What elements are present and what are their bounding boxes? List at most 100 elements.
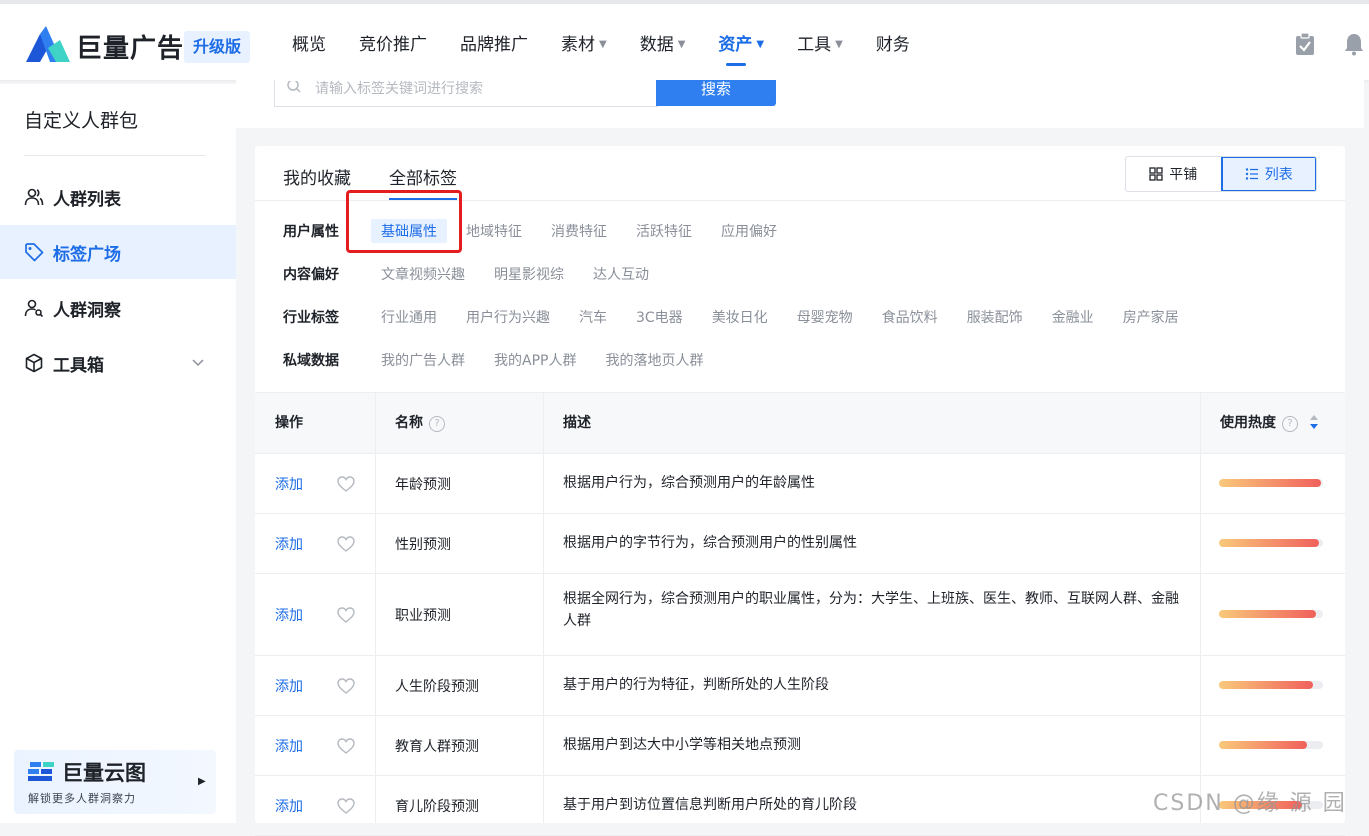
caret-right-icon[interactable]: ▶	[198, 776, 206, 787]
heart-icon[interactable]	[337, 738, 355, 754]
col-heat[interactable]: 使用热度?	[1220, 393, 1319, 453]
table-row: 添加 性别预测 根据用户的字节行为，综合预测用户的性别属性	[255, 513, 1345, 574]
filter-category-label: 内容偏好	[283, 267, 339, 283]
nav-item-3[interactable]: 素材 ▼	[561, 4, 607, 80]
sidebar-item-label: 人群列表	[53, 189, 121, 210]
search-input[interactable]: 请输入标签关键词进行搜索	[274, 80, 658, 107]
filter-option[interactable]: 房产家居	[1123, 307, 1179, 327]
tag-icon	[25, 243, 44, 262]
column-divider	[1200, 392, 1201, 823]
filter-option[interactable]: 我的落地页人群	[605, 350, 703, 370]
nav-item-2[interactable]: 品牌推广	[460, 4, 528, 80]
filter-option[interactable]: 食品饮料	[882, 307, 938, 327]
heat-bar-fill	[1219, 610, 1316, 618]
filter-option[interactable]: 汽车	[579, 307, 607, 327]
main-nav: 概览 竞价推广 品牌推广 素材 ▼ 数据 ▼ 资产 ▼ 工具 ▼ 财务	[292, 4, 943, 80]
nav-item-0[interactable]: 概览	[292, 4, 326, 80]
sidebar-item-crowd-insight[interactable]: 人群洞察	[0, 281, 236, 335]
nav-item-label: 财务	[875, 35, 910, 55]
tag-name: 育儿阶段预测	[395, 799, 479, 815]
add-link[interactable]: 添加	[275, 736, 303, 756]
juliang-logo-icon[interactable]	[26, 26, 70, 62]
sort-icon[interactable]	[1309, 414, 1319, 430]
heat-bar	[1219, 479, 1323, 487]
add-link[interactable]: 添加	[275, 474, 303, 494]
help-icon[interactable]: ?	[1282, 416, 1298, 432]
filter-option[interactable]: 消费特征	[551, 221, 607, 241]
filter-option[interactable]: 美妆日化	[712, 307, 768, 327]
brand-name[interactable]: 巨量广告	[76, 28, 184, 65]
tile-view-label: 平铺	[1169, 167, 1198, 183]
tab-favorites[interactable]: 我的收藏	[283, 164, 351, 189]
caret-down-icon: ▼	[677, 39, 686, 50]
yuntu-promo-card[interactable]: 巨量云图 解锁更多人群洞察力 ▶	[14, 750, 216, 814]
heart-icon[interactable]	[337, 476, 355, 492]
filter-option[interactable]: 活跃特征	[636, 221, 692, 241]
filter-option[interactable]: 金融业	[1052, 307, 1094, 327]
filter-option[interactable]: 达人互动	[593, 264, 649, 284]
filter-option[interactable]: 用户行为兴趣	[466, 307, 550, 327]
heart-icon[interactable]	[337, 536, 355, 552]
filter-option[interactable]: 我的APP人群	[494, 350, 576, 370]
table-row: 添加 人生阶段预测 基于用户的行为特征，判断所处的人生阶段	[255, 655, 1345, 716]
filter-option[interactable]: 服装配饰	[967, 307, 1023, 327]
list-view-label: 列表	[1264, 167, 1293, 183]
add-link[interactable]: 添加	[275, 534, 303, 554]
add-link[interactable]: 添加	[275, 605, 303, 625]
help-icon[interactable]: ?	[429, 416, 445, 432]
filter-row: 行业标签 行业通用 用户行为兴趣 汽车 3C电器 美妆日化 母婴宠物 食品饮料 服装配饰 金融业 房…	[283, 304, 1208, 330]
search-button[interactable]: 搜索	[656, 80, 776, 106]
filter-option[interactable]: 3C电器	[636, 307, 683, 327]
nav-item-label: 素材	[561, 35, 595, 55]
filter-option[interactable]: 母婴宠物	[797, 307, 853, 327]
col-name: 名称?	[395, 393, 445, 453]
heart-icon[interactable]	[337, 678, 355, 694]
filter-option[interactable]: 应用偏好	[721, 221, 777, 241]
upgrade-badge: 升级版	[184, 31, 251, 63]
filter-option[interactable]: 明星影视综	[494, 264, 564, 284]
filter-option[interactable]: 地域特征	[466, 221, 522, 241]
filter-option[interactable]: 我的广告人群	[381, 350, 465, 370]
tile-view-button[interactable]: 平铺	[1126, 157, 1221, 191]
add-link[interactable]: 添加	[275, 676, 303, 696]
nav-item-6[interactable]: 工具 ▼	[797, 4, 843, 80]
watermark: CSDN @缘 源 园	[1153, 791, 1347, 816]
sidebar-divider	[24, 155, 206, 156]
nav-item-label: 资产	[718, 35, 753, 55]
nav-item-label: 概览	[292, 35, 326, 55]
heart-icon[interactable]	[337, 607, 355, 623]
add-link[interactable]: 添加	[275, 796, 303, 816]
nav-item-4[interactable]: 数据 ▼	[640, 4, 686, 80]
sidebar-title: 自定义人群包	[24, 110, 139, 132]
tag-description: 基于用户到访位置信息判断用户所处的育儿阶段	[563, 797, 857, 813]
column-divider	[375, 392, 376, 823]
search-icon	[287, 81, 301, 93]
nav-item-label: 数据	[639, 35, 674, 55]
clipboard-check-icon[interactable]	[1293, 32, 1317, 56]
bell-icon[interactable]	[1342, 32, 1366, 56]
heart-icon[interactable]	[337, 798, 355, 814]
users-icon	[24, 188, 44, 206]
heat-bar-fill	[1219, 479, 1321, 487]
list-icon	[1245, 168, 1258, 180]
sidebar-item-toolbox[interactable]: 工具箱	[0, 336, 236, 390]
sidebar-item-label: 标签广场	[53, 244, 121, 265]
nav-item-7[interactable]: 财务	[876, 4, 910, 80]
tag-description: 根据全网行为，综合预测用户的职业属性，分为：大学生、上班族、医生、教师、互联网人…	[563, 591, 1179, 629]
filter-option[interactable]: 文章视频兴趣	[381, 264, 465, 284]
list-view-button[interactable]: 列表	[1220, 157, 1316, 191]
chevron-down-icon[interactable]	[192, 356, 204, 368]
table-row: 添加 教育人群预测 根据用户到达大中小学等相关地点预测	[255, 715, 1345, 776]
sidebar-item-crowd-list[interactable]: 人群列表	[0, 170, 236, 224]
sidebar-item-tag-square[interactable]: 标签广场	[0, 225, 236, 279]
filter-option[interactable]: 行业通用	[381, 307, 437, 327]
top-header: 巨量广告 升级版 概览 竞价推广 品牌推广 素材 ▼ 数据 ▼ 资产 ▼ 工具 ▼ 财务	[0, 4, 1369, 80]
filter-category-label: 行业标签	[283, 310, 339, 326]
nav-item-5[interactable]: 资产 ▼	[718, 4, 764, 80]
sidebar-item-label: 人群洞察	[53, 300, 121, 321]
tab-all-tags[interactable]: 全部标签	[389, 164, 457, 189]
col-desc: 描述	[563, 415, 591, 431]
heat-bar	[1219, 610, 1323, 618]
nav-item-1[interactable]: 竞价推广	[359, 4, 427, 80]
nav-item-label: 竞价推广	[359, 35, 427, 55]
